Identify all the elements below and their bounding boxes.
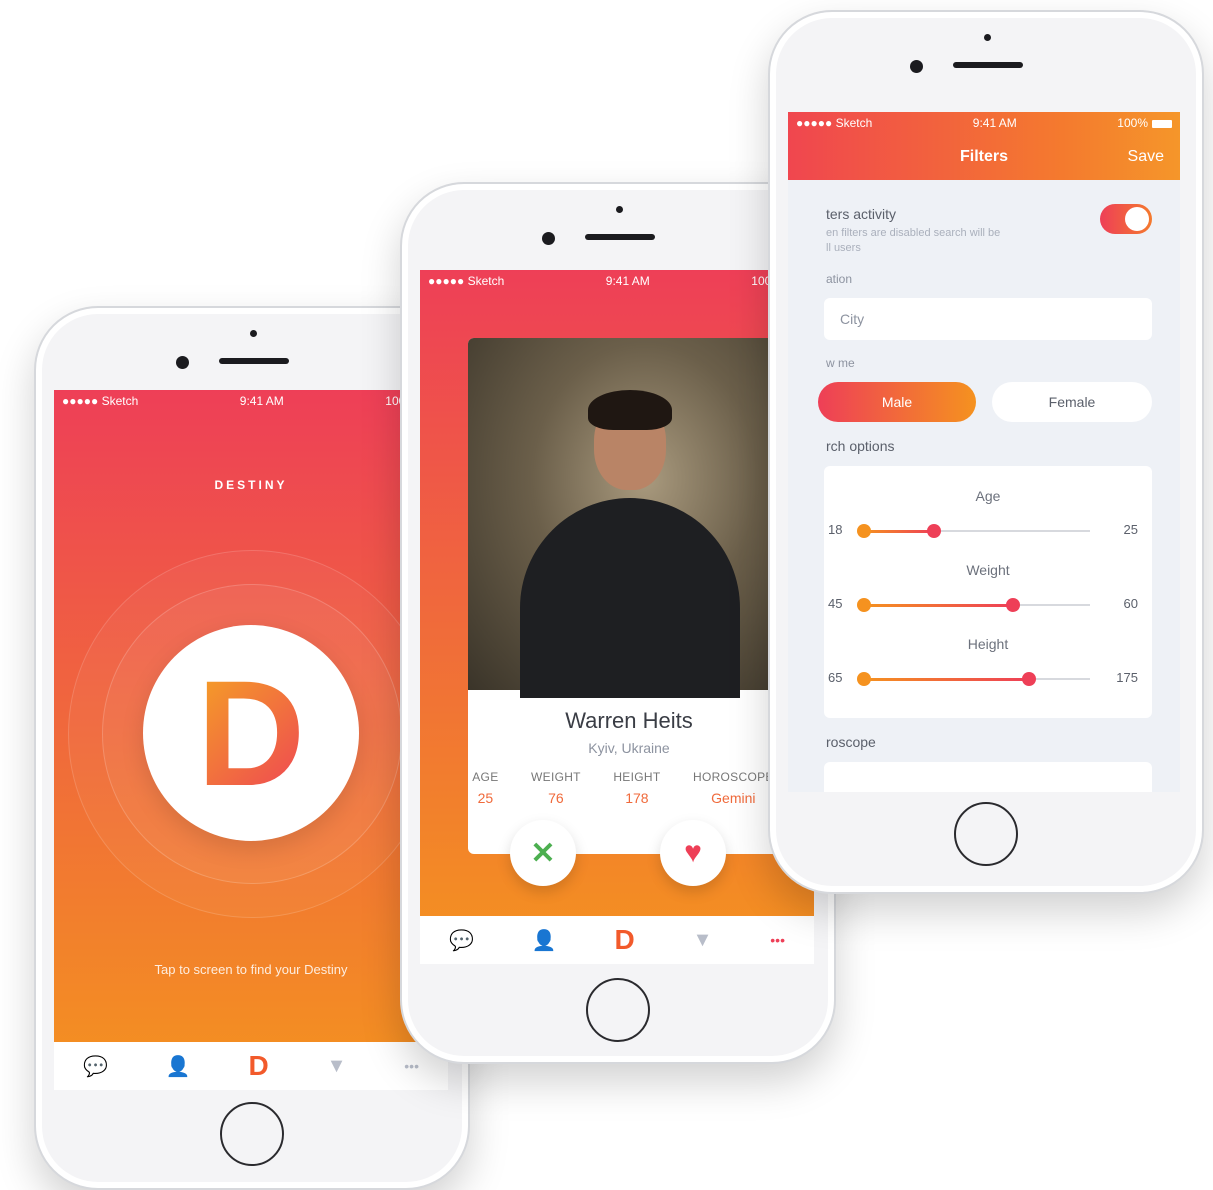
slider-label-age: Age [975,488,1001,504]
front-camera [910,60,923,73]
profile-icon[interactable]: 👤 [166,1054,191,1079]
speaker [219,358,289,364]
heart-icon: ♥ [684,836,702,869]
horoscope-label: roscope [826,734,876,750]
filters-activity-title: ters activity [826,206,897,222]
slider-max-handle[interactable] [1006,598,1021,612]
stat-horoscope: HOROSCOPE Gemini [692,770,774,806]
gender-female-label: Female [1048,394,1096,410]
front-camera [176,356,189,369]
person-hair [588,390,672,430]
profile-location: Kyiv, Ukraine [588,740,670,756]
stat-weight: WEIGHT 76 [531,770,581,806]
carrier-label: ●●●●● Sketch [796,116,873,130]
horoscope-field[interactable] [824,762,1152,792]
slider-range-fill [864,677,1029,681]
show-me-label: w me [826,356,855,370]
filters-activity-desc: en filters are disabled search will be l… [826,227,1001,254]
chat-icon[interactable]: 💬 [83,1054,108,1079]
profile-card[interactable]: Warren Heits Kyiv, Ukraine AGE 25 WEIGHT 7… [468,338,790,854]
filters-toggle[interactable] [1100,204,1152,234]
brand-title: DESTINY [214,478,288,492]
slider-range-fill [864,529,935,533]
status-bar: ●●●●● Sketch 9:41 AM 100% [788,112,1180,134]
slider-max-value: 175 [1116,670,1138,685]
slider-min-handle[interactable] [857,524,871,538]
city-placeholder: City [840,311,865,327]
filter-icon[interactable]: ▼ [693,929,713,952]
person-jacket [520,498,740,698]
clock: 9:41 AM [605,274,650,288]
save-button[interactable]: Save [1128,148,1164,166]
filters-header: ●●●●● Sketch 9:41 AM 100% Filters Save [788,112,1180,180]
location-label: ation [826,272,853,286]
front-camera [542,232,555,245]
more-icon[interactable]: ••• [770,932,785,948]
home-button[interactable] [220,1102,284,1166]
filters-screen: ●●●●● Sketch 9:41 AM 100% Filters Save t… [788,112,1180,792]
search-options-card: Age 18 25 Weight 45 60 Height 65 175 [824,466,1152,718]
slider-label-height: Height [967,636,1009,652]
profile-name: Warren Heits [565,708,693,733]
profile-photo [468,338,790,698]
close-icon: ✕ [530,836,556,870]
home-button[interactable] [586,978,650,1042]
status-bar: ●●●●● Sketch 9:41 AM 100% [54,390,448,412]
slider-max-handle[interactable] [1021,672,1036,686]
chat-icon[interactable]: 💬 [449,928,474,953]
profile-icon[interactable]: 👤 [532,928,557,953]
destiny-icon[interactable]: D [249,1050,269,1082]
tap-hint: Tap to screen to find your Destiny [154,962,348,977]
like-button[interactable]: ♥ [660,820,726,886]
stat-height: HEIGHT 178 [613,770,661,806]
slider-min-value: 45 [828,596,843,611]
more-icon[interactable]: ••• [404,1058,419,1074]
slider-min-handle[interactable] [857,598,871,612]
profile-screen: ●●●●● Sketch 9:41 AM 100% Warren Heits K… [420,270,814,964]
phone-filters: ●●●●● Sketch 9:41 AM 100% Filters Save t… [768,10,1204,894]
search-options-label: rch options [826,438,895,454]
gender-male-button[interactable]: Male [818,382,976,422]
carrier-label: ●●●●● Sketch [62,394,139,408]
city-field[interactable]: City [824,298,1152,340]
slider-min-value: 18 [828,522,843,537]
tab-bar: 💬 👤 D ▼ ••• [420,916,814,964]
clock: 9:41 AM [239,394,284,408]
sensor-dot [616,206,623,213]
filters-title: Filters [959,148,1008,165]
logo-circle[interactable]: D [143,625,359,841]
sensor-dot [250,330,257,337]
sensor-dot [984,34,991,41]
battery-icon [1152,119,1172,128]
slider-range-fill [864,603,1014,607]
gender-male-label: Male [881,394,913,410]
gender-female-button[interactable]: Female [992,382,1152,422]
slider-min-handle[interactable] [857,672,871,686]
status-bar: ●●●●● Sketch 9:41 AM 100% [420,270,814,292]
stat-age: AGE 25 [472,770,499,806]
slider-min-value: 65 [828,670,843,685]
slider-label-weight: Weight [966,562,1010,578]
clock: 9:41 AM [972,116,1017,130]
slider-max-value: 25 [1123,522,1138,537]
speaker [585,234,655,240]
home-button[interactable] [954,802,1018,866]
speaker [953,62,1023,68]
destiny-logo-icon: D [196,649,306,817]
slider-max-handle[interactable] [927,524,942,538]
filter-icon[interactable]: ▼ [327,1055,347,1078]
tab-bar: 💬 👤 D ▼ ••• [54,1042,448,1090]
slider-max-value: 60 [1123,596,1138,611]
carrier-label: ●●●●● Sketch [428,274,505,288]
dislike-button[interactable]: ✕ [510,820,576,886]
destiny-icon[interactable]: D [615,924,635,956]
battery-label: 100% [1117,116,1148,130]
splash-screen[interactable]: ●●●●● Sketch 9:41 AM 100% DESTINY D Tap … [54,390,448,1090]
toggle-knob [1125,207,1149,231]
profile-stats: AGE 25 WEIGHT 76 HEIGHT 178 HOROSCOPE Gemini [468,770,790,806]
